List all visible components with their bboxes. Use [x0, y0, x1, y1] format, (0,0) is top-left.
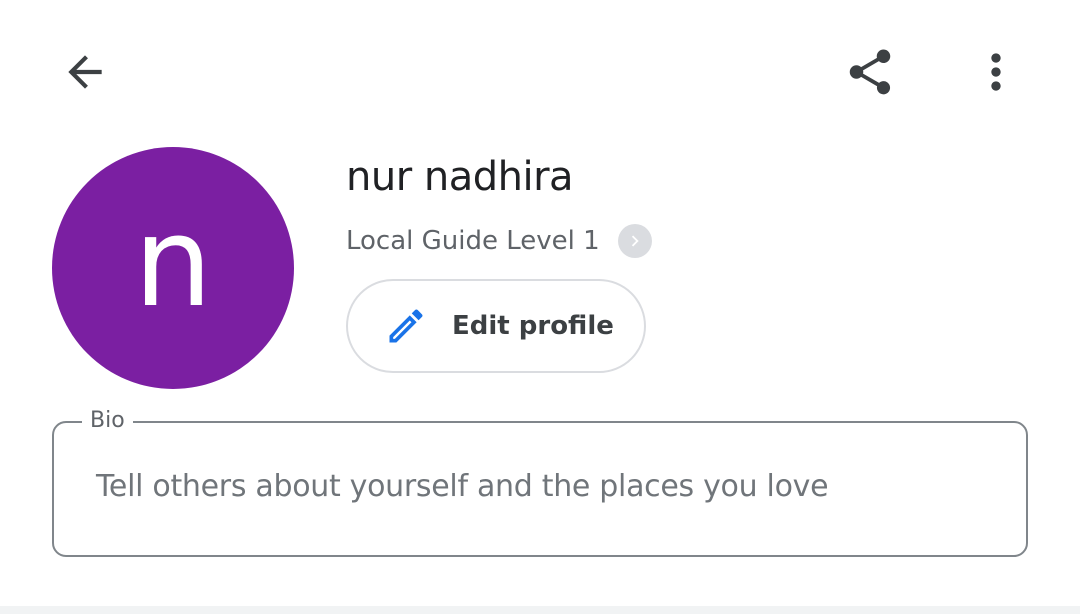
- more-options-button[interactable]: [956, 34, 1036, 114]
- edit-profile-label: Edit profile: [452, 311, 614, 341]
- local-guide-level-link[interactable]: Local Guide Level 1: [346, 222, 652, 260]
- edit-profile-button[interactable]: Edit profile: [346, 279, 646, 373]
- section-divider: [0, 606, 1080, 614]
- profile-name: nur nadhira: [346, 154, 574, 200]
- pencil-icon: [384, 304, 428, 348]
- avatar-letter: n: [133, 191, 213, 335]
- more-vert-icon: [968, 44, 1024, 105]
- back-button[interactable]: [45, 34, 125, 114]
- arrow-back-icon: [60, 47, 110, 102]
- bio-placeholder: Tell others about yourself and the place…: [96, 469, 829, 504]
- top-app-bar: [0, 0, 1080, 150]
- bio-label: Bio: [82, 406, 133, 436]
- avatar[interactable]: n: [52, 147, 294, 389]
- local-guide-level: Local Guide Level 1: [346, 226, 600, 256]
- bio-field[interactable]: Bio Tell others about yourself and the p…: [52, 406, 1028, 557]
- share-icon: [843, 45, 897, 104]
- share-button[interactable]: [830, 34, 910, 114]
- chevron-right-icon: [617, 224, 652, 258]
